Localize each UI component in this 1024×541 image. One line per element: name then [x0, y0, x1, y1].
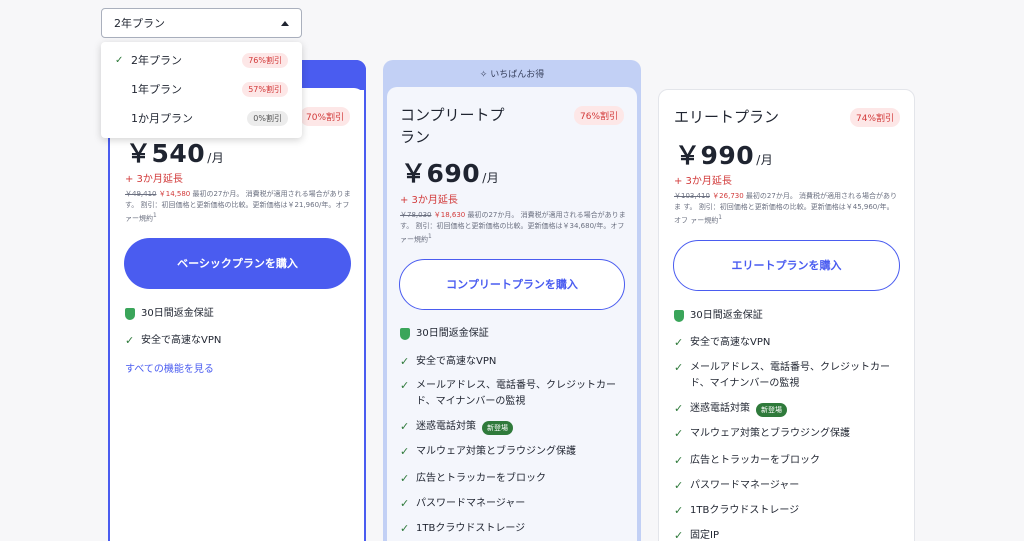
basic-fine-print: ￥49,410 ￥14,580 最初の27か月。 消費税が適用される場合がありま… — [125, 190, 351, 223]
check-icon: ✓ — [674, 454, 684, 467]
complete-guarantee: 30日間返金保証 — [400, 326, 489, 342]
check-icon: ✓ — [400, 420, 410, 433]
complete-feature: ✓ メールアドレス、電話番号、クレジットカード、マイナンバーの監視 — [400, 379, 616, 407]
new-badge: 新登場 — [482, 421, 513, 435]
complete-discount-badge: 76%割引 — [574, 106, 625, 125]
plan-duration-select[interactable]: 2年プラン — [101, 8, 302, 38]
all-features-link[interactable]: すべての機能を見る — [125, 360, 214, 375]
discount-pill: 76%割引 — [242, 52, 288, 68]
complete-extension: + 3か月延長 — [400, 195, 458, 206]
check-icon: ✓ — [400, 497, 410, 510]
plan-duration-dropdown: ✓ 2年プラン 76%割引 1年プラン 57%割引 1か月プラン 0%割引 — [101, 42, 302, 138]
elite-title: エリートプラン — [674, 108, 780, 126]
check-icon: ✓ — [674, 479, 684, 492]
check-icon: ✓ — [125, 334, 135, 347]
check-icon: ✓ — [400, 379, 410, 392]
check-icon: ✓ — [674, 361, 684, 374]
check-icon: ✓ — [674, 427, 684, 440]
basic-guarantee: 30日間返金保証 — [125, 306, 214, 322]
caret-up-icon — [281, 20, 289, 26]
check-icon: ✓ — [674, 529, 684, 541]
check-icon: ✓ — [674, 336, 684, 349]
shield-icon — [674, 310, 684, 322]
new-badge: 新登場 — [756, 403, 787, 417]
complete-price: ￥690/月 — [401, 159, 500, 188]
elite-extension: + 3か月延長 — [674, 176, 732, 187]
discount-pill: 0%割引 — [247, 110, 288, 126]
discount-pill: 57%割引 — [242, 81, 288, 97]
elite-feature: ✓ 広告とトラッカーをブロック — [674, 454, 820, 467]
complete-feature: ✓ マルウェア対策とブラウジング保護 — [400, 445, 576, 458]
dropdown-option-1month[interactable]: 1か月プラン 0%割引 — [101, 104, 302, 132]
buy-basic-button[interactable]: ベーシックプランを購入 — [124, 238, 351, 289]
elite-discount-badge: 74%割引 — [850, 108, 901, 127]
basic-discount-badge: 70%割引 — [300, 107, 351, 126]
check-icon: ✓ — [674, 504, 684, 517]
check-icon: ✓ — [400, 355, 410, 368]
elite-feature: ✓ メールアドレス、電話番号、クレジットカード、マイナンバーの監視 — [674, 361, 890, 389]
elite-feature: ✓ 固定IP — [674, 528, 719, 541]
buy-elite-button[interactable]: エリートプランを購入 — [673, 240, 900, 291]
buy-complete-button[interactable]: コンプリートプランを購入 — [399, 259, 625, 310]
check-icon: ✓ — [400, 445, 410, 458]
basic-extension: + 3か月延長 — [125, 174, 183, 185]
dropdown-option-1year[interactable]: 1年プラン 57%割引 — [101, 75, 302, 103]
elite-feature: ✓ 迷惑電話対策 新登場 — [674, 401, 787, 417]
shield-icon — [125, 308, 135, 320]
basic-price: ￥540/月 — [126, 139, 225, 168]
complete-title: コンプリートプラン — [400, 106, 505, 146]
complete-feature: ✓ 迷惑電話対策 新登場 — [400, 419, 513, 435]
elite-feature: ✓ 安全で高速なVPN — [674, 336, 771, 349]
check-icon: ✓ — [674, 402, 684, 415]
elite-guarantee: 30日間返金保証 — [674, 308, 763, 324]
selected-plan-value: 2年プラン — [114, 17, 165, 30]
elite-price: ￥990/月 — [675, 141, 774, 170]
check-icon: ✓ — [400, 522, 410, 535]
complete-feature: ✓ 広告とトラッカーをブロック — [400, 472, 546, 485]
shield-icon — [400, 328, 410, 340]
elite-feature: ✓ パスワードマネージャー — [674, 479, 800, 492]
elite-feature: ✓ 1TBクラウドストレージ — [674, 504, 800, 517]
elite-feature: ✓ マルウェア対策とブラウジング保護 — [674, 427, 850, 440]
complete-feature: ✓ パスワードマネージャー — [400, 497, 526, 510]
complete-feature: ✓ 1TBクラウドストレージ — [400, 522, 526, 535]
check-icon: ✓ — [400, 472, 410, 485]
check-icon: ✓ — [115, 54, 124, 66]
dropdown-option-2year[interactable]: ✓ 2年プラン 76%割引 — [101, 46, 302, 74]
elite-fine-print: ￥103,410 ￥26,730 最初の27か月。 消費税が適用される場合があり… — [674, 192, 898, 225]
basic-feature: ✓ 安全で高速なVPN — [125, 334, 222, 347]
best-value-ribbon: ✧ いちばんお得 — [479, 70, 545, 80]
complete-fine-print: ￥78,030 ￥18,630 最初の27か月。 消費税が適用される場合がありま… — [400, 211, 626, 244]
complete-feature: ✓ 安全で高速なVPN — [400, 355, 497, 368]
